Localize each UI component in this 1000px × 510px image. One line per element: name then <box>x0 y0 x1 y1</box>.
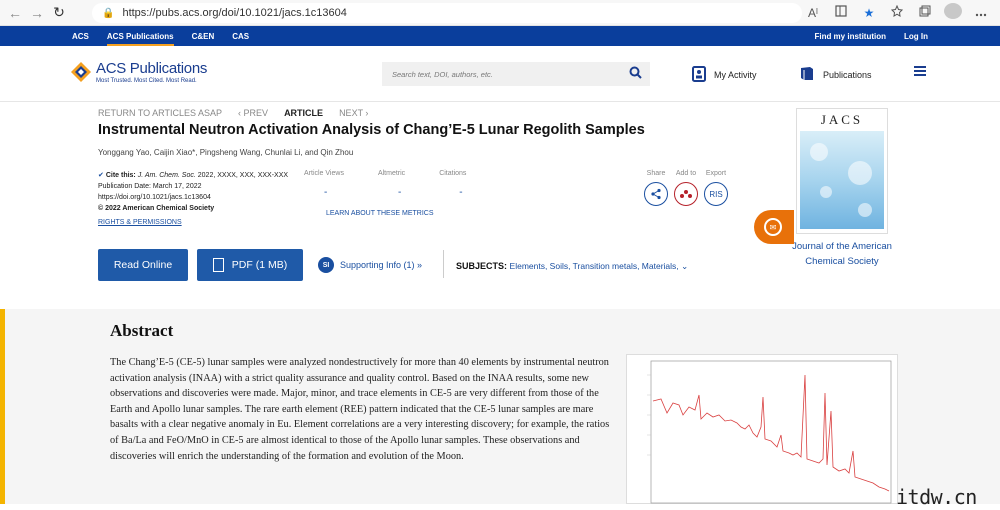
add-to-label: Add to <box>675 170 697 177</box>
doi-link[interactable]: https://doi.org/10.1021/jacs.1c13604 <box>98 192 298 203</box>
metric-label-altmetric: Altmetric <box>377 170 406 177</box>
spectrum-plot-image <box>647 360 892 504</box>
abstract-text: The Chang’E-5 (CE-5) lunar samples were … <box>110 357 610 462</box>
pdf-label: PDF (1 MB) <box>231 259 288 271</box>
login-link[interactable]: Log In <box>904 32 928 41</box>
search-icon[interactable] <box>629 66 642 82</box>
reader-icon[interactable] <box>832 5 850 20</box>
cite-details: 2022, XXXX, XXX, XXX-XXX <box>197 172 289 179</box>
subjects: SUBJECTS: Elements, Soils, Transition me… <box>456 261 688 272</box>
profile-icon[interactable] <box>944 3 962 22</box>
cite-journal: J. Am. Chem. Soc. <box>137 172 196 179</box>
topnav-acs[interactable]: ACS <box>72 26 89 46</box>
topnav-cen[interactable]: C&EN <box>192 26 215 46</box>
subjects-expand-icon[interactable]: ⌄ <box>681 261 688 271</box>
favorite-star-icon[interactable]: ★ <box>860 6 878 20</box>
article-authors[interactable]: Yonggang Yao, Caijin Xiao*, Pingsheng Wa… <box>98 148 353 157</box>
share-icon[interactable] <box>644 182 668 206</box>
export-label: Export <box>705 170 727 177</box>
current-crumb: ARTICLE <box>284 108 324 118</box>
metric-label-views: Article Views <box>304 170 344 177</box>
publications-label: Publications <box>823 69 872 80</box>
article-title: Instrumental Neutron Activation Analysis… <box>98 122 645 138</box>
read-online-button[interactable]: Read Online <box>98 249 188 281</box>
cite-check-icon: ✔ <box>98 172 106 179</box>
find-institution-link[interactable]: Find my institution <box>814 32 886 41</box>
book-icon <box>799 66 815 83</box>
prev-link[interactable]: ‹ PREV <box>238 108 268 118</box>
watermark: itdw.cn <box>896 485 977 509</box>
favorites-icon[interactable] <box>888 4 906 20</box>
url-text: https://pubs.acs.org/doi/10.1021/jacs.1c… <box>122 7 347 19</box>
journal-cover[interactable]: JACS <box>796 108 888 234</box>
address-bar[interactable]: 🔒 https://pubs.acs.org/doi/10.1021/jacs.… <box>92 3 802 23</box>
pdf-download-button[interactable]: PDF (1 MB) <box>197 249 303 281</box>
metric-value-altmetric: - <box>397 187 402 198</box>
metric-value-views: - <box>324 187 328 198</box>
envelope-icon: ✉ <box>764 218 782 236</box>
rights-permissions-link[interactable]: RIGHTS & PERMISSIONS <box>98 217 298 228</box>
cover-art <box>800 131 884 229</box>
abstract-section: Abstract The Chang’E-5 (CE-5) lunar samp… <box>0 309 1000 504</box>
abstract-heading: Abstract <box>110 321 174 340</box>
next-link[interactable]: NEXT › <box>339 108 368 118</box>
my-activity-label: My Activity <box>714 70 757 80</box>
subjects-label: SUBJECTS: <box>456 261 508 271</box>
si-badge-icon: SI <box>318 257 334 273</box>
publications-link[interactable]: Publications <box>799 66 872 83</box>
citation-block: ✔ Cite this: J. Am. Chem. Soc. 2022, XXX… <box>98 170 298 228</box>
metric-label-citations: Citations <box>439 170 467 177</box>
divider <box>443 250 444 278</box>
cover-title: JACS <box>820 112 864 127</box>
pdf-icon <box>212 258 224 272</box>
share-tools: Share Add to Export RIS <box>644 170 728 206</box>
back-icon[interactable]: ← <box>4 2 26 24</box>
return-articles-link[interactable]: RETURN TO ARTICLES ASAP <box>98 108 222 118</box>
subjects-values[interactable]: Elements, Soils, Transition metals, Mate… <box>510 261 679 271</box>
my-activity-link[interactable]: My Activity <box>692 66 757 84</box>
metric-value-citations: - <box>459 187 463 198</box>
read-aloud-icon[interactable]: Aˡ <box>804 6 822 20</box>
topnav-acs-publications[interactable]: ACS Publications <box>106 26 174 46</box>
user-badge-icon <box>692 66 706 84</box>
publication-date[interactable]: Publication Date: March 17, 2022 <box>98 181 298 192</box>
acs-logo[interactable]: ACS Publications Most Trusted. Most Cite… <box>70 60 207 84</box>
journal-name-link[interactable]: Journal of the American Chemical Society <box>780 239 904 269</box>
site-topnav: ACS ACS Publications C&EN CAS Find my in… <box>0 26 1000 46</box>
add-to-icon[interactable] <box>674 182 698 206</box>
hamburger-menu-icon[interactable] <box>914 66 926 76</box>
lock-icon: 🔒 <box>102 7 115 19</box>
menu-icon[interactable] <box>972 6 990 20</box>
article-breadcrumb: RETURN TO ARTICLES ASAP ‹ PREV ARTICLE N… <box>98 108 368 118</box>
logo-tagline: Most Trusted. Most Cited. Most Read. <box>96 78 197 84</box>
share-label: Share <box>646 170 666 177</box>
site-header: ACS Publications Most Trusted. Most Cite… <box>0 46 1000 102</box>
learn-metrics-link[interactable]: LEARN ABOUT THESE METRICS <box>326 210 434 217</box>
reload-icon[interactable]: ↻ <box>48 2 70 24</box>
search-input[interactable]: Search text, DOI, authors, etc. <box>382 62 650 86</box>
toc-graphic[interactable] <box>626 354 898 504</box>
acs-logo-icon <box>70 61 92 83</box>
export-ris-button[interactable]: RIS <box>704 182 728 206</box>
article-metrics: Article Views - Altmetric - Citations - <box>304 170 466 198</box>
supporting-info-link[interactable]: SI Supporting Info (1) » <box>318 257 422 273</box>
supporting-info-label: Supporting Info (1) » <box>340 260 423 270</box>
logo-title: ACS Publications <box>96 60 208 77</box>
forward-icon[interactable]: → <box>26 2 48 24</box>
browser-toolbar: ← → ↻ 🔒 https://pubs.acs.org/doi/10.1021… <box>0 0 1000 26</box>
topnav-cas[interactable]: CAS <box>232 26 249 46</box>
cite-label[interactable]: Cite this: <box>106 172 136 179</box>
search-placeholder: Search text, DOI, authors, etc. <box>392 69 493 79</box>
collections-icon[interactable] <box>916 5 934 20</box>
copyright: © 2022 American Chemical Society <box>98 205 215 212</box>
